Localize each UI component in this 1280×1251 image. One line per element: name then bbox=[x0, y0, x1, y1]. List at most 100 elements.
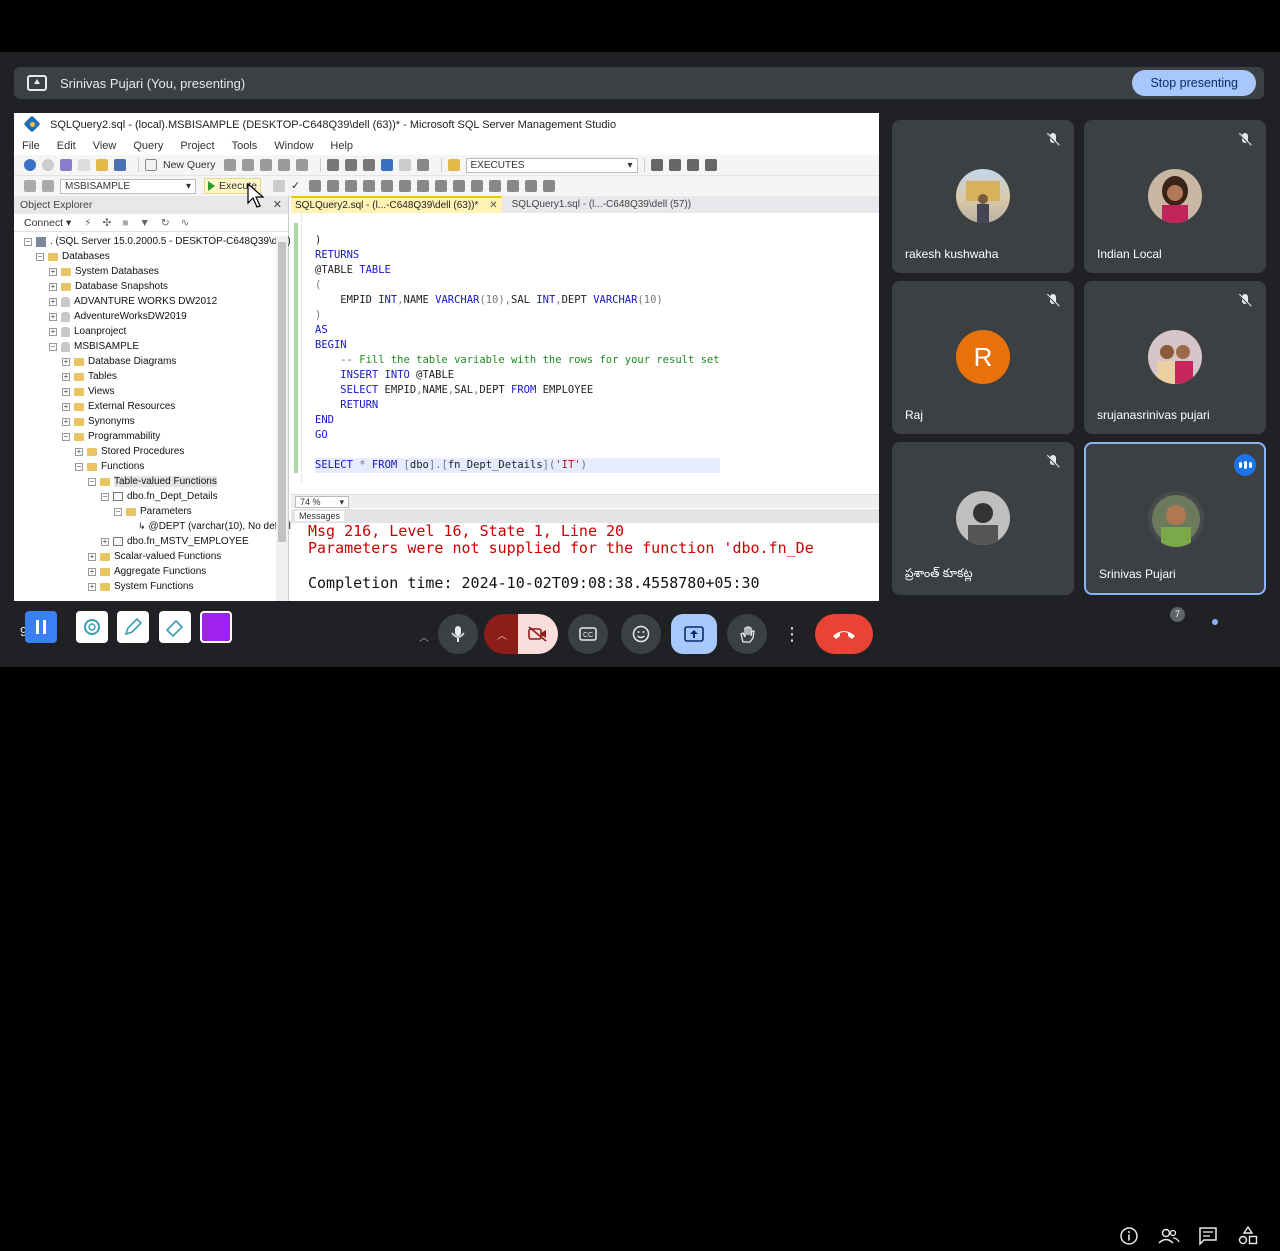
comment-icon[interactable] bbox=[470, 180, 483, 192]
spotlight-tool-button[interactable] bbox=[76, 611, 108, 643]
filter-icon[interactable]: ▼ bbox=[140, 217, 150, 229]
participant-tile[interactable]: Indian Local bbox=[1084, 120, 1266, 273]
tree-node-parameter[interactable]: ↳ @DEPT (varchar(10), No default) bbox=[14, 519, 297, 534]
cut-icon[interactable] bbox=[326, 159, 339, 171]
tree-node-database[interactable]: − MSBISAMPLE bbox=[14, 339, 288, 354]
database-combo[interactable]: MSBISAMPLE ▾ bbox=[60, 178, 196, 194]
expand-icon[interactable]: + bbox=[49, 282, 57, 291]
expand-icon[interactable]: + bbox=[62, 402, 70, 411]
zoom-combo[interactable]: 74 % ▾ bbox=[295, 496, 349, 508]
collapse-icon[interactable]: − bbox=[36, 252, 44, 261]
tree-node-folder[interactable]: + Views bbox=[14, 384, 288, 399]
add-item-icon[interactable] bbox=[78, 159, 90, 171]
connect-server-icon[interactable]: ⚡ bbox=[84, 217, 91, 229]
parse-check-icon[interactable]: ✓ bbox=[291, 180, 303, 192]
new-project-icon[interactable] bbox=[60, 159, 72, 171]
raise-hand-button[interactable] bbox=[727, 614, 767, 654]
back-icon[interactable] bbox=[24, 159, 36, 171]
menu-window[interactable]: Window bbox=[274, 140, 313, 152]
expand-icon[interactable]: + bbox=[49, 312, 57, 321]
expand-icon[interactable]: + bbox=[88, 567, 96, 576]
tree-node-folder[interactable]: + Scalar-valued Functions bbox=[14, 549, 288, 564]
menu-edit[interactable]: Edit bbox=[57, 140, 76, 152]
connect-dropdown[interactable]: Connect bbox=[24, 217, 63, 229]
menu-file[interactable]: File bbox=[22, 140, 40, 152]
collapse-icon[interactable]: − bbox=[114, 507, 122, 516]
collapse-icon[interactable]: − bbox=[49, 342, 57, 351]
dax-query-icon[interactable] bbox=[295, 159, 308, 171]
properties-icon[interactable] bbox=[650, 159, 663, 171]
client-stats-icon[interactable] bbox=[398, 180, 411, 192]
more-options-button[interactable]: ⋮ bbox=[782, 614, 802, 654]
tree-node-folder[interactable]: − Programmability bbox=[14, 429, 288, 444]
tree-node-folder[interactable]: + Database Diagrams bbox=[14, 354, 288, 369]
collapse-icon[interactable]: − bbox=[75, 462, 83, 471]
activity-monitor-icon[interactable]: ∿ bbox=[181, 217, 190, 229]
find-icon[interactable] bbox=[447, 159, 460, 171]
participant-tile-active-speaker[interactable]: Srinivas Pujari bbox=[1084, 442, 1266, 595]
mdx-query-icon[interactable] bbox=[241, 159, 254, 171]
tree-node-database-snapshots[interactable]: + Database Snapshots bbox=[14, 279, 288, 294]
tree-node-folder[interactable]: + Stored Procedures bbox=[14, 444, 288, 459]
xmla-query-icon[interactable] bbox=[277, 159, 290, 171]
results-text-icon[interactable] bbox=[416, 180, 429, 192]
expand-icon[interactable]: + bbox=[62, 417, 70, 426]
captions-button[interactable]: CC bbox=[568, 614, 608, 654]
query-editor[interactable]: ) RETURNS @TABLE TABLE ( EMPID INT,NAME … bbox=[291, 213, 879, 495]
tree-node-system-databases[interactable]: + System Databases bbox=[14, 264, 288, 279]
expand-icon[interactable]: + bbox=[62, 357, 70, 366]
close-icon[interactable]: ✕ bbox=[489, 200, 497, 211]
tree-node-databases[interactable]: − Databases bbox=[14, 249, 288, 264]
db-query-icon[interactable] bbox=[223, 159, 236, 171]
collapse-icon[interactable]: − bbox=[88, 477, 96, 486]
stop-icon[interactable]: ■ bbox=[122, 217, 128, 229]
close-icon[interactable]: ✕ bbox=[273, 196, 282, 214]
expand-icon[interactable]: + bbox=[49, 327, 57, 336]
chevron-down-icon[interactable]: ▾ bbox=[66, 217, 71, 229]
live-stats-icon[interactable] bbox=[380, 180, 393, 192]
tree-node-function[interactable]: − dbo.fn_Dept_Details bbox=[14, 489, 288, 504]
camera-options-button[interactable]: ︿ bbox=[484, 614, 520, 654]
redo-icon[interactable] bbox=[398, 159, 411, 171]
pause-recording-button[interactable] bbox=[25, 611, 57, 643]
activities-button[interactable] bbox=[1238, 1225, 1258, 1246]
tree-node-folder[interactable]: + Synonyms bbox=[14, 414, 288, 429]
participant-tile[interactable]: R Raj bbox=[892, 281, 1074, 434]
menu-view[interactable]: View bbox=[93, 140, 117, 152]
tree-node-database[interactable]: + AdventureWorksDW2019 bbox=[14, 309, 288, 324]
specify-values-icon[interactable] bbox=[542, 180, 555, 192]
camera-off-button[interactable] bbox=[518, 614, 558, 654]
disconnect-icon[interactable] bbox=[42, 180, 54, 192]
expand-icon[interactable]: + bbox=[49, 267, 57, 276]
tree-node-folder[interactable]: + External Resources bbox=[14, 399, 288, 414]
new-query-button[interactable]: New Query bbox=[163, 159, 216, 171]
present-now-button[interactable] bbox=[671, 614, 717, 654]
participant-tile[interactable]: ప్రశాంత్ కూకట్ల bbox=[892, 442, 1074, 595]
paste-icon[interactable] bbox=[362, 159, 375, 171]
collapse-icon[interactable]: − bbox=[24, 237, 32, 246]
leave-call-button[interactable] bbox=[815, 614, 873, 654]
menu-query[interactable]: Query bbox=[133, 140, 163, 152]
intellisense-icon[interactable] bbox=[326, 180, 339, 192]
object-explorer-scrollbar[interactable] bbox=[276, 236, 288, 601]
eraser-tool-button[interactable] bbox=[159, 611, 191, 643]
pen-tool-button[interactable] bbox=[117, 611, 149, 643]
indent-icon[interactable] bbox=[506, 180, 519, 192]
meeting-info-button[interactable] bbox=[1119, 1226, 1139, 1246]
options-icon[interactable] bbox=[704, 159, 717, 171]
tree-node-folder[interactable]: + System Functions bbox=[14, 579, 288, 594]
new-query-icon[interactable] bbox=[145, 159, 157, 171]
tab-sqlquery2[interactable]: SQLQuery2.sql - (l...-C648Q39\dell (63))… bbox=[291, 196, 502, 213]
chat-button[interactable] bbox=[1198, 1226, 1218, 1246]
expand-icon[interactable]: + bbox=[88, 582, 96, 591]
results-grid-icon[interactable] bbox=[434, 180, 447, 192]
tree-node-database[interactable]: + ADVANTURE WORKS DW2012 bbox=[14, 294, 288, 309]
tab-sqlquery1[interactable]: SQLQuery1.sql - (l...-C648Q39\dell (57)) bbox=[508, 196, 696, 213]
copy-icon[interactable] bbox=[344, 159, 357, 171]
solution-icon[interactable] bbox=[416, 159, 429, 171]
menu-project[interactable]: Project bbox=[180, 140, 214, 152]
outdent-icon[interactable] bbox=[524, 180, 537, 192]
people-button[interactable] bbox=[1158, 1226, 1180, 1246]
tree-node-folder[interactable]: − Table-valued Functions bbox=[14, 474, 288, 489]
reactions-button[interactable] bbox=[621, 614, 661, 654]
